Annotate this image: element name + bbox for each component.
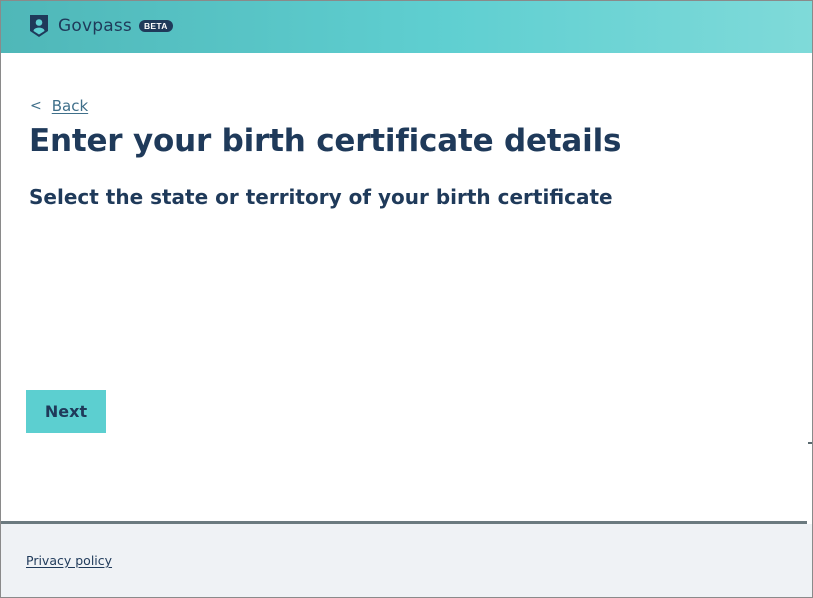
footer: Privacy policy [1,524,812,597]
question-heading: Select the state or territory of your bi… [29,185,613,209]
shield-person-icon [30,15,48,37]
next-button[interactable]: Next [26,390,106,433]
brand-name: Govpass [58,16,132,36]
page-frame: Govpass BETA < Back Enter your birth cer… [0,0,813,598]
chevron-left-icon: < [30,98,42,114]
page-title: Enter your birth certificate details [29,123,622,159]
brand[interactable]: Govpass BETA [29,13,173,39]
beta-badge: BETA [138,20,173,32]
scrollbar-edge [808,442,812,522]
privacy-policy-link[interactable]: Privacy policy [26,553,112,568]
back-link[interactable]: Back [52,97,88,115]
top-banner: Govpass BETA [1,1,812,53]
back-nav: < Back [30,97,88,115]
